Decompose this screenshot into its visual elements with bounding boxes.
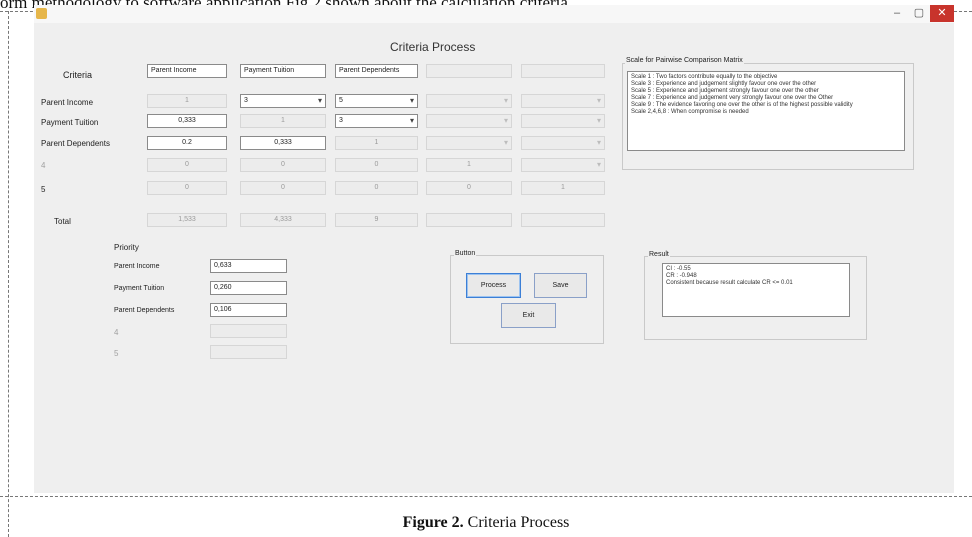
result-line: CR : -0.948 xyxy=(666,273,697,279)
process-button[interactable]: Process xyxy=(466,273,521,298)
chevron-down-icon: ▾ xyxy=(503,96,508,105)
matrix-cell-3-1[interactable]: 0.2 xyxy=(147,136,227,150)
matrix-cell-4-3[interactable]: 0 xyxy=(335,158,418,172)
criteria-label: Criteria xyxy=(63,70,93,80)
matrix-cell-4-4[interactable]: 1 xyxy=(426,158,512,172)
scale-listbox[interactable]: Scale 1 : Two factors contribute equally… xyxy=(627,71,905,151)
scale-line: Scale 9 : The evidence favoring one over… xyxy=(631,102,853,108)
select-value: 3 xyxy=(244,97,248,104)
row-label-5: 5 xyxy=(41,185,46,194)
priority-value-1[interactable]: 0,633 xyxy=(210,259,287,273)
chevron-down-icon: ▾ xyxy=(409,116,414,125)
minimize-icon[interactable]: – xyxy=(886,5,908,22)
app-window: – ▢ ✕ Criteria Process Criteria Parent I… xyxy=(34,5,954,493)
chevron-down-icon: ▾ xyxy=(409,96,414,105)
total-cell-5[interactable] xyxy=(521,213,605,227)
exit-button[interactable]: Exit xyxy=(501,303,556,328)
row-label-2: Payment Tuition xyxy=(41,118,99,127)
result-line: CI : -0.55 xyxy=(666,266,691,272)
scale-line: Scale 1 : Two factors contribute equally… xyxy=(631,74,778,80)
priority-value-4[interactable] xyxy=(210,324,287,338)
priority-label-3: Parent Dependents xyxy=(114,307,175,314)
button-group xyxy=(450,255,604,344)
chevron-down-icon: ▾ xyxy=(596,96,601,105)
matrix-select-1-4[interactable]: ▾ xyxy=(426,94,512,108)
figure-caption: Figure 2. Criteria Process xyxy=(0,514,972,532)
result-line: Consistent because result calculate CR <… xyxy=(666,280,793,286)
figure-border-left xyxy=(8,11,9,537)
matrix-cell-2-1[interactable]: 0,333 xyxy=(147,114,227,128)
title-bar: – ▢ ✕ xyxy=(34,5,954,23)
matrix-select-2-3[interactable]: 3 ▾ xyxy=(335,114,418,128)
save-button[interactable]: Save xyxy=(534,273,587,298)
header-criteria-4[interactable] xyxy=(426,64,512,78)
matrix-cell-5-2[interactable]: 0 xyxy=(240,181,326,195)
chevron-down-icon: ▾ xyxy=(503,138,508,147)
figure-border-bottom xyxy=(0,496,972,497)
row-label-3: Parent Dependents xyxy=(41,139,110,148)
priority-value-3[interactable]: 0,106 xyxy=(210,303,287,317)
matrix-cell-5-3[interactable]: 0 xyxy=(335,181,418,195)
total-cell-4[interactable] xyxy=(426,213,512,227)
total-label: Total xyxy=(54,217,71,226)
matrix-select-1-5[interactable]: ▾ xyxy=(521,94,605,108)
matrix-cell-3-3[interactable]: 1 xyxy=(335,136,418,150)
matrix-cell-4-1[interactable]: 0 xyxy=(147,158,227,172)
priority-title: Priority xyxy=(114,243,139,252)
header-criteria-3[interactable]: Parent Dependents xyxy=(335,64,418,78)
header-criteria-5[interactable] xyxy=(521,64,605,78)
close-icon[interactable]: ✕ xyxy=(930,5,954,22)
matrix-select-3-5[interactable]: ▾ xyxy=(521,136,605,150)
chevron-down-icon: ▾ xyxy=(596,160,601,169)
header-criteria-2[interactable]: Payment Tuition xyxy=(240,64,326,78)
matrix-cell-3-2[interactable]: 0,333 xyxy=(240,136,326,150)
matrix-cell-5-4[interactable]: 0 xyxy=(426,181,512,195)
header-criteria-1[interactable]: Parent Income xyxy=(147,64,227,78)
matrix-cell-1-1[interactable]: 1 xyxy=(147,94,227,108)
maximize-icon[interactable]: ▢ xyxy=(908,5,930,22)
total-cell-1[interactable]: 1,533 xyxy=(147,213,227,227)
chevron-down-icon: ▾ xyxy=(596,116,601,125)
priority-label-5: 5 xyxy=(114,349,119,358)
scale-line: Scale 5 : Experience and judgement stron… xyxy=(631,88,819,94)
app-icon xyxy=(36,8,47,19)
matrix-select-2-4[interactable]: ▾ xyxy=(426,114,512,128)
total-cell-2[interactable]: 4,333 xyxy=(240,213,326,227)
priority-value-5[interactable] xyxy=(210,345,287,359)
scale-line: Scale 2,4,6,8 : When compromise is neede… xyxy=(631,109,749,115)
result-group-title: Result xyxy=(648,251,670,258)
matrix-select-1-3[interactable]: 5 ▾ xyxy=(335,94,418,108)
scale-line: Scale 7 : Experience and judgement very … xyxy=(631,95,834,101)
matrix-select-1-2[interactable]: 3 ▾ xyxy=(240,94,326,108)
priority-label-2: Payment Tuition xyxy=(114,285,165,292)
row-label-1: Parent Income xyxy=(41,98,94,107)
matrix-cell-5-5[interactable]: 1 xyxy=(521,181,605,195)
priority-label-4: 4 xyxy=(114,328,119,337)
result-textbox[interactable]: CI : -0.55 CR : -0.948 Consistent becaus… xyxy=(662,263,850,317)
priority-value-2[interactable]: 0,260 xyxy=(210,281,287,295)
chevron-down-icon: ▾ xyxy=(503,116,508,125)
matrix-select-3-4[interactable]: ▾ xyxy=(426,136,512,150)
matrix-cell-5-1[interactable]: 0 xyxy=(147,181,227,195)
button-group-title: Button xyxy=(454,250,477,257)
row-label-4: 4 xyxy=(41,161,46,170)
matrix-select-2-5[interactable]: ▾ xyxy=(521,114,605,128)
chevron-down-icon: ▾ xyxy=(317,96,322,105)
select-value: 5 xyxy=(339,97,343,104)
total-cell-3[interactable]: 9 xyxy=(335,213,418,227)
chevron-down-icon: ▾ xyxy=(596,138,601,147)
matrix-select-4-5[interactable]: ▾ xyxy=(521,158,605,172)
matrix-cell-2-2[interactable]: 1 xyxy=(240,114,326,128)
scale-group-title: Scale for Pairwise Comparison Matrix xyxy=(625,57,744,64)
priority-label-1: Parent Income xyxy=(114,263,160,270)
scale-line: Scale 3 : Experience and judgement sligh… xyxy=(631,81,817,87)
form-title: Criteria Process xyxy=(390,40,476,54)
select-value: 3 xyxy=(339,117,343,124)
matrix-cell-4-2[interactable]: 0 xyxy=(240,158,326,172)
figure-caption-label: Figure 2. xyxy=(402,514,464,531)
figure-caption-text: Criteria Process xyxy=(463,514,570,531)
